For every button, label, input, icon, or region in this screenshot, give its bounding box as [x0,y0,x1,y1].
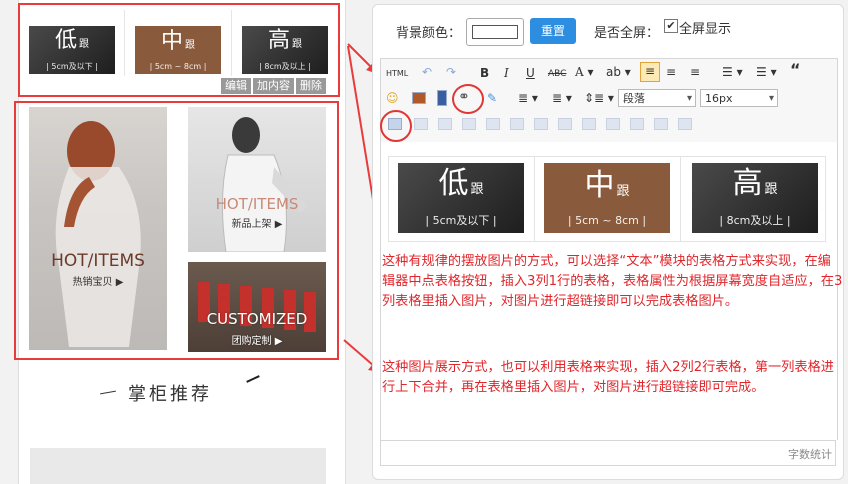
section-title: 掌柜推荐 [128,384,212,405]
placeholder-module [30,448,326,484]
edit-button[interactable]: 编辑 [221,78,251,94]
table-divider [680,156,681,242]
banner-low-heel[interactable]: 低跟 | 5cm及以下 | [29,26,115,74]
insert-row-icon[interactable] [462,118,476,130]
strikethrough-icon[interactable]: ABC [548,66,566,82]
underline-icon[interactable]: U [526,65,535,81]
delete-table-icon[interactable] [414,118,428,130]
reset-button[interactable]: 重置 [530,18,576,44]
fullscreen-checkbox[interactable]: ✔ [664,19,678,33]
ordered-list-icon[interactable]: ☰ ▾ [756,64,777,80]
delete-column-icon[interactable] [534,118,548,130]
split-cells-icon[interactable] [630,118,644,130]
merge-down-icon[interactable] [606,118,620,130]
align-right-icon[interactable]: ≡ [690,64,700,80]
banner-title-small: 跟 [292,38,302,50]
delete-button[interactable]: 删除 [296,78,326,94]
blockquote-icon[interactable]: “ [790,62,801,78]
banner-subtitle: | 8cm及以上 | [259,61,311,71]
model-silhouette-image [55,121,141,347]
banner-subtitle: | 5cm ~ 8cm | [567,213,647,227]
add-content-button[interactable]: 加内容 [253,78,294,94]
banner-mid-heel[interactable]: 中跟 | 5cm ~ 8cm | [135,26,221,74]
banner-title: 高 [267,27,290,53]
split-rows-icon[interactable] [654,118,668,130]
photo-customized[interactable]: CUSTOMIZED 团购定制 ▶ [188,262,326,352]
bold-icon[interactable]: B [480,65,489,81]
content-banner-low[interactable]: 低跟 | 5cm及以下 | [398,163,524,233]
merge-right-icon[interactable] [582,118,596,130]
divider [124,10,125,76]
banner-subtitle: | 5cm及以下 | [46,61,98,71]
redo-icon[interactable]: ↷ [446,64,456,80]
banner-title-small: 跟 [185,39,195,51]
fullscreen-label: 是否全屏： [594,26,660,41]
banner-title: 低 [438,166,469,201]
image-icon[interactable] [412,92,426,104]
bg-color-label: 背景颜色： [396,26,462,41]
banner-title-small: 跟 [764,182,778,197]
photo-hot-items-left[interactable]: HOT/ITEMS 热销宝贝 ▶ [29,107,167,350]
explanation-text-1: 这种有规律的摆放图片的方式，可以选择“文本”模块的表格方式来实现，在编辑器中点表… [382,254,843,309]
banner-title: 中 [160,28,183,54]
insert-paragraph-before-table-icon[interactable] [438,118,452,130]
emoticon-icon[interactable]: ☺ [386,90,399,106]
photo-title: HOT/ITEMS [215,195,299,213]
indent-icon[interactable]: ⇕≣ ▾ [584,90,614,106]
banner-title: 低 [54,27,77,53]
banner-subtitle: | 5cm及以下 | [425,214,497,227]
italic-icon[interactable]: I [504,65,509,81]
banner-subtitle: | 8cm及以上 | [719,214,791,227]
link-icon-highlight [452,84,484,114]
highlight-icon[interactable]: ab ▾ [606,64,631,80]
model-photo-image [221,117,308,252]
photo-subtitle: 新品上架 ▶ [231,219,283,230]
undo-icon[interactable]: ↶ [422,64,432,80]
editor-footer [380,440,836,466]
banner-high-heel[interactable]: 高跟 | 8cm及以上 | [242,26,328,74]
delete-row-icon[interactable] [486,118,500,130]
banner-title-small: 跟 [470,182,484,197]
color-swatch [472,25,518,39]
explanation-text-2: 这种图片展示方式，也可以利用表格来实现，插入2列2行表格，第一列表格进行上下合并… [382,360,834,395]
eraser-icon[interactable]: ✎ [487,90,497,106]
split-columns-icon[interactable] [678,118,692,130]
paragraph-spacing-icon[interactable]: ≣ ▾ [552,90,572,106]
photo-hot-items-right[interactable]: HOT/ITEMS 新品上架 ▶ [188,107,326,252]
banner-title: 高 [732,166,763,201]
fullscreen-option-label: 全屏显示 [679,22,732,37]
photo-title: HOT/ITEMS [51,251,145,271]
merge-cells-icon[interactable] [558,118,572,130]
insert-column-icon[interactable] [510,118,524,130]
content-banner-mid[interactable]: 中跟 | 5cm ~ 8cm | [544,163,670,233]
video-icon[interactable] [437,90,447,106]
table-icon-highlight [380,110,412,142]
table-divider [534,156,535,242]
divider [231,10,232,76]
photo-subtitle: 热销宝贝 ▶ [72,277,124,288]
font-size-select[interactable]: 16px [700,89,778,108]
word-count-label: 字数统计 [788,448,832,461]
photo-subtitle: 团购定制 ▶ [231,336,283,347]
unordered-list-icon[interactable]: ☰ ▾ [722,64,743,80]
banner-title-small: 跟 [616,183,630,199]
font-color-icon[interactable]: A ▾ [575,64,594,80]
align-left-icon[interactable]: ≡ [640,62,660,82]
html-source-icon[interactable]: HTML [386,66,408,82]
photo-title: CUSTOMIZED [206,310,308,328]
line-height-icon[interactable]: ≣ ▾ [518,90,538,106]
content-banner-high[interactable]: 高跟 | 8cm及以上 | [692,163,818,233]
banner-subtitle: | 5cm ~ 8cm | [149,61,207,71]
banner-title-small: 跟 [79,38,89,50]
paragraph-select[interactable]: 段落 [618,89,696,108]
banner-title: 中 [584,167,615,203]
bg-color-picker[interactable] [466,18,524,46]
align-center-icon[interactable]: ≡ [666,64,676,80]
module-edit-bar: 编辑 加内容 删除 [221,78,326,94]
